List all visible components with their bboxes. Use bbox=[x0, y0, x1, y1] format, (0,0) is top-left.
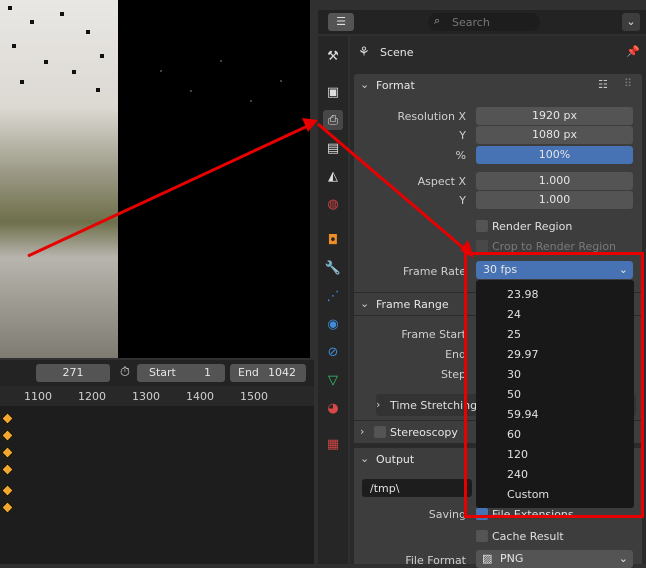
annotation-arrows bbox=[27, 118, 474, 258]
